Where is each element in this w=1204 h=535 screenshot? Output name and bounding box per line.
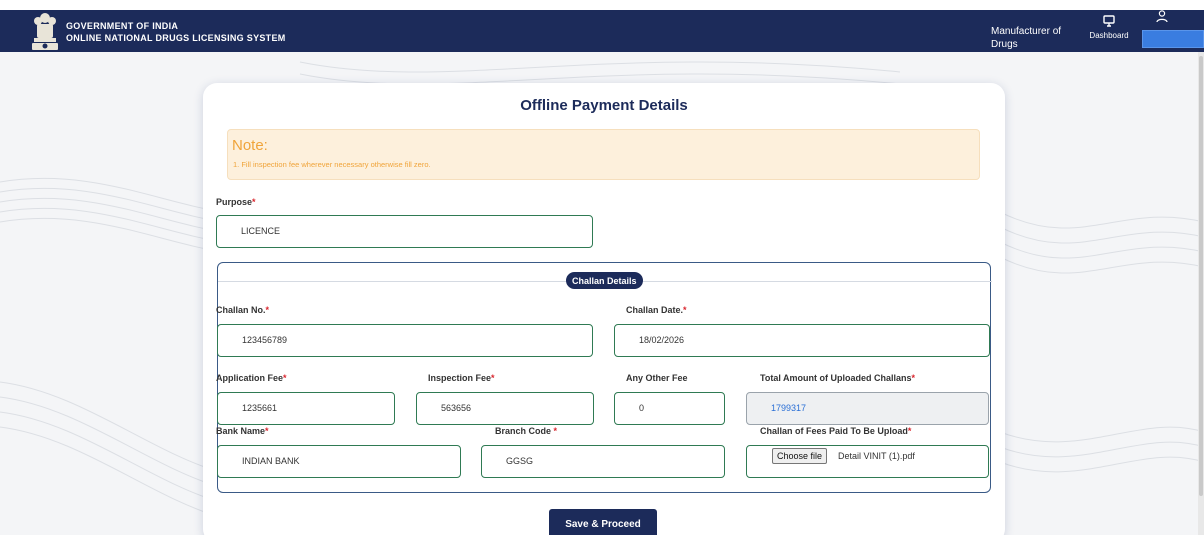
monitor-icon — [1103, 15, 1115, 27]
bank-name-input[interactable]: INDIAN BANK — [217, 445, 461, 478]
application-fee-label: Application Fee* — [216, 373, 287, 383]
note-text: 1. Fill inspection fee wherever necessar… — [233, 160, 431, 169]
page-scrollbar[interactable] — [1198, 52, 1204, 535]
note-heading: Note: — [232, 137, 268, 154]
emblem-icon — [32, 13, 58, 50]
purpose-label: Purpose* — [216, 197, 256, 207]
challan-date-input[interactable]: 18/02/2026 — [614, 324, 990, 357]
challan-file-input[interactable]: Choose file Detail VINIT (1).pdf — [746, 445, 989, 478]
application-fee-input[interactable]: 1235661 — [217, 392, 395, 425]
portal-title-line2: ONLINE NATIONAL DRUGS LICENSING SYSTEM — [66, 33, 286, 43]
save-proceed-button[interactable]: Save & Proceed — [549, 509, 657, 535]
top-strip — [0, 0, 1204, 10]
total-amount-field: 1799317 — [746, 392, 989, 425]
scrollbar-thumb[interactable] — [1199, 56, 1203, 496]
user-role-line2: Drugs — [991, 39, 1018, 50]
inspection-fee-input[interactable]: 563656 — [416, 392, 594, 425]
page-title: Offline Payment Details — [520, 97, 688, 114]
branch-code-input[interactable]: GGSG — [481, 445, 725, 478]
challan-no-label: Challan No.* — [216, 305, 270, 315]
dashboard-button[interactable]: Dashboard — [1084, 15, 1134, 47]
purpose-input[interactable]: LICENCE — [216, 215, 593, 248]
user-role: Manufacturer of Drugs — [991, 25, 1061, 51]
portal-title-line1: GOVERNMENT OF INDIA — [66, 21, 179, 31]
challan-details-legend: Challan Details — [566, 272, 643, 289]
choose-file-button[interactable]: Choose file — [772, 448, 828, 464]
user-icon[interactable] — [1156, 10, 1168, 24]
other-fee-input[interactable]: 0 — [614, 392, 725, 425]
bank-name-label: Bank Name* — [216, 426, 269, 436]
user-role-line1: Manufacturer of — [991, 26, 1062, 37]
challan-date-label: Challan Date.* — [626, 305, 687, 315]
portal-title: GOVERNMENT OF INDIA ONLINE NATIONAL DRUG… — [66, 20, 286, 44]
dashboard-label: Dashboard — [1089, 31, 1129, 40]
selected-file-name: Detail VINIT (1).pdf — [838, 451, 915, 461]
user-menu-box[interactable] — [1142, 30, 1204, 48]
branch-code-label: Branch Code * — [495, 426, 558, 436]
other-fee-label: Any Other Fee — [626, 373, 688, 383]
challan-upload-label: Challan of Fees Paid To Be Upload* — [760, 426, 912, 436]
note-box: Note: 1. Fill inspection fee wherever ne… — [227, 129, 980, 180]
inspection-fee-label: Inspection Fee* — [428, 373, 495, 383]
challan-no-input[interactable]: 123456789 — [217, 324, 593, 357]
payment-card: Offline Payment Details Note: 1. Fill in… — [203, 83, 1005, 535]
total-amount-label: Total Amount of Uploaded Challans* — [760, 373, 916, 383]
top-navbar: GOVERNMENT OF INDIA ONLINE NATIONAL DRUG… — [0, 0, 1204, 52]
